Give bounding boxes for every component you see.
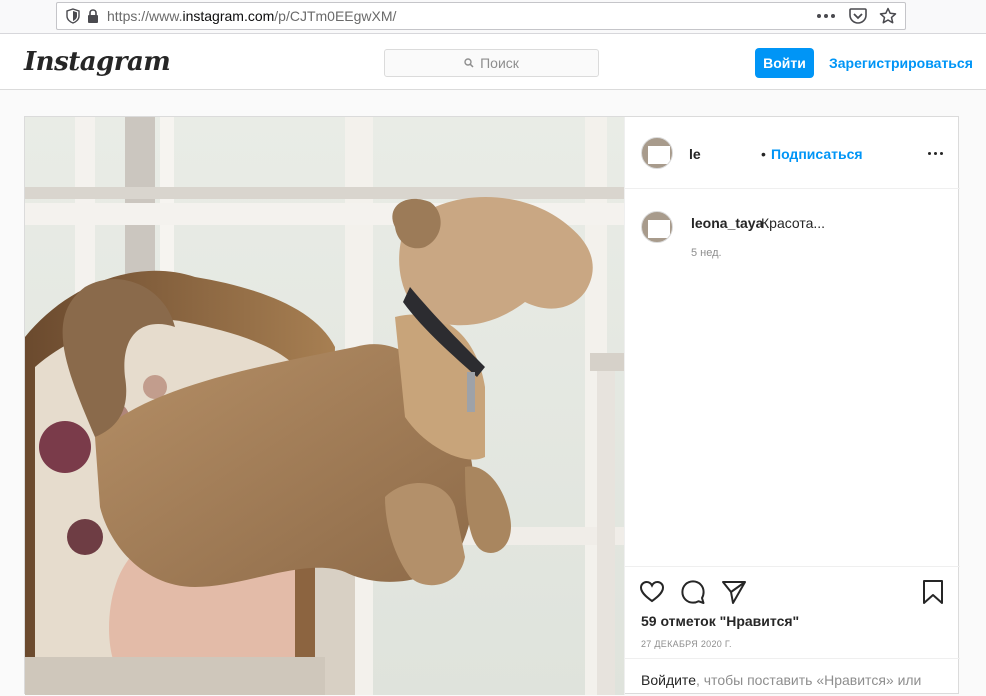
url-prefix: https://www. [107, 8, 183, 24]
likes-count[interactable]: 59 отметок "Нравится" [641, 613, 799, 629]
lion-cub-photo [25, 117, 624, 695]
author-username[interactable]: le [689, 146, 755, 163]
login-prompt-text: , чтобы поставить «Нравится» или [695, 672, 922, 688]
site-header: Instagram Поиск Войти Зарегистрироваться [0, 34, 986, 90]
url-host: instagram.com [182, 8, 275, 24]
comment-icon[interactable] [680, 579, 706, 605]
comment-time[interactable]: 5 нед. [691, 247, 722, 259]
follow-button[interactable]: Подписаться [771, 146, 863, 162]
browser-toolbar: https://www.instagram.com/p/CJTm0EEgwXM/ [0, 0, 986, 34]
post-sidebar: le • Подписаться leona_taya Красота... 5… [624, 117, 960, 695]
more-options-icon[interactable] [925, 145, 945, 161]
share-icon[interactable] [721, 579, 747, 605]
url-bar[interactable]: https://www.instagram.com/p/CJTm0EEgwXM/ [56, 2, 906, 30]
lock-icon[interactable] [83, 6, 103, 26]
username-redaction [700, 148, 755, 163]
url-text[interactable]: https://www.instagram.com/p/CJTm0EEgwXM/ [107, 8, 817, 24]
search-placeholder: Поиск [480, 55, 519, 71]
login-prompt: Войдите, чтобы поставить «Нравится» или [625, 658, 960, 696]
url-path: /p/CJTm0EEgwXM/ [274, 8, 397, 24]
login-button[interactable]: Войти [755, 48, 814, 78]
shield-icon[interactable] [63, 6, 83, 26]
post-header: le • Подписаться [625, 117, 960, 189]
commenter-avatar[interactable] [641, 211, 673, 243]
more-dots-icon[interactable] [817, 6, 835, 26]
url-actions [817, 6, 905, 26]
post-photo[interactable] [25, 117, 624, 695]
comment-username[interactable]: leona_taya [691, 215, 763, 231]
post-date[interactable]: 27 ДЕКАБРЯ 2020 Г. [641, 639, 732, 649]
instagram-logo[interactable]: Instagram [24, 47, 171, 77]
signup-link[interactable]: Зарегистрироваться [829, 55, 973, 71]
post-actions: 59 отметок "Нравится" 27 ДЕКАБРЯ 2020 Г.… [625, 566, 960, 695]
star-icon[interactable] [879, 6, 897, 26]
author-avatar[interactable] [641, 137, 673, 169]
separator-dot: • [761, 146, 766, 162]
login-link[interactable]: Войдите [641, 672, 696, 688]
search-icon [464, 55, 474, 71]
bookmark-icon[interactable] [920, 579, 946, 605]
heart-icon[interactable] [639, 579, 665, 605]
comment-text: Красота... [761, 215, 826, 231]
pocket-icon[interactable] [849, 6, 867, 26]
author-username-text: le [689, 146, 701, 162]
search-input[interactable]: Поиск [384, 49, 599, 77]
post-card: le • Подписаться leona_taya Красота... 5… [24, 116, 960, 695]
